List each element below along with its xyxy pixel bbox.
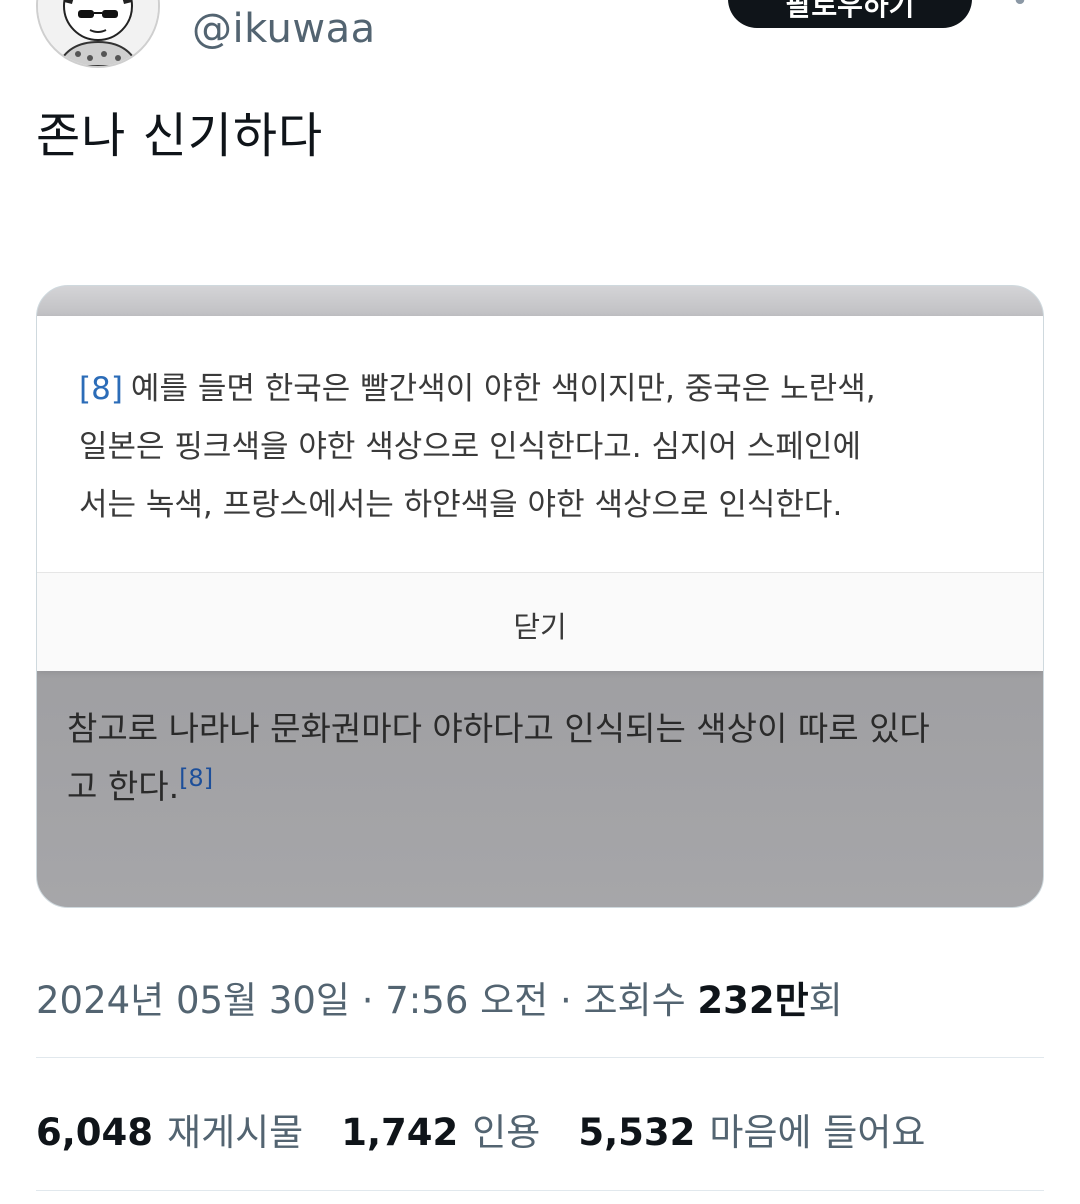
wiki-footnote-ref[interactable]: [8]	[179, 764, 213, 792]
wiki-line-1: 참고로 나라나 문화권마다 야하다고 인식되는 색상이 따로 있다	[67, 709, 930, 748]
meta-separator: ·	[361, 979, 374, 1022]
user-handle[interactable]: @ikuwaa	[192, 6, 376, 52]
likes-count: 5,532	[578, 1111, 696, 1154]
views-suffix: 회	[808, 979, 843, 1022]
divider	[36, 1057, 1044, 1058]
tweet-text: 존나 신기하다	[36, 108, 324, 164]
wiki-paragraph: 참고로 나라나 문화권마다 야하다고 인식되는 색상이 따로 있다 고 한다.[…	[67, 700, 1013, 816]
footnote-line-2: 일본은 핑크색을 야한 색상으로 인식한다고. 심지어 스페인에	[79, 429, 861, 465]
views-count: 232만	[697, 979, 809, 1022]
cartoon-avatar-icon	[38, 0, 158, 66]
wiki-line-2: 고 한다.	[67, 767, 180, 806]
footnote-ref-link[interactable]: [8]	[79, 371, 123, 407]
close-popup-button[interactable]: 닫기	[37, 573, 1043, 671]
reposts-stat[interactable]: 6,048 재게시물	[36, 1102, 303, 1156]
avatar[interactable]	[36, 0, 160, 68]
follow-button[interactable]: 팔로우하기	[728, 0, 972, 28]
tweet-meta: 2024년 05월 30일 · 7:56 오전 · 조회수 232만회	[36, 970, 843, 1024]
engagement-stats: 6,048 재게시물 1,742 인용 5,532 마음에 들어요	[36, 1102, 963, 1156]
quotes-count: 1,742	[341, 1111, 459, 1154]
media-screenshot[interactable]: [8] 예를 들면 한국은 빨간색이 야한 색이지만, 중국은 노란색, 일본은 …	[36, 285, 1044, 908]
divider	[36, 1190, 1044, 1191]
post-date[interactable]: 2024년 05월 30일	[36, 979, 350, 1022]
popup-footer: 닫기	[37, 573, 1043, 671]
likes-stat[interactable]: 5,532 마음에 들어요	[578, 1102, 925, 1156]
footnote-line-3: 서는 녹색, 프랑스에서는 하얀색을 야한 색상으로 인식한다.	[79, 487, 843, 523]
footnote-body: [8] 예를 들면 한국은 빨간색이 야한 색이지만, 중국은 노란색, 일본은 …	[79, 360, 1007, 534]
footnote-popup: [8] 예를 들면 한국은 빨간색이 야한 색이지만, 중국은 노란색, 일본은 …	[37, 316, 1043, 671]
post-time[interactable]: 7:56 오전	[385, 979, 548, 1022]
reposts-label: 재게시물	[167, 1111, 304, 1154]
likes-label: 마음에 들어요	[709, 1111, 926, 1154]
quotes-stat[interactable]: 1,742 인용	[341, 1102, 540, 1156]
more-dots-icon[interactable]: •	[1000, 0, 1040, 17]
footnote-line-1: 예를 들면 한국은 빨간색이 야한 색이지만, 중국은 노란색,	[130, 371, 876, 407]
views-label: 조회수	[583, 979, 686, 1022]
quotes-label: 인용	[472, 1111, 541, 1154]
reposts-count: 6,048	[36, 1111, 154, 1154]
meta-separator: ·	[559, 979, 572, 1022]
tweet-detail-page: @ikuwaa 팔로우하기 • 존나 신기하다 [8] 예를 들면 한국은 빨간색…	[0, 0, 1080, 1204]
